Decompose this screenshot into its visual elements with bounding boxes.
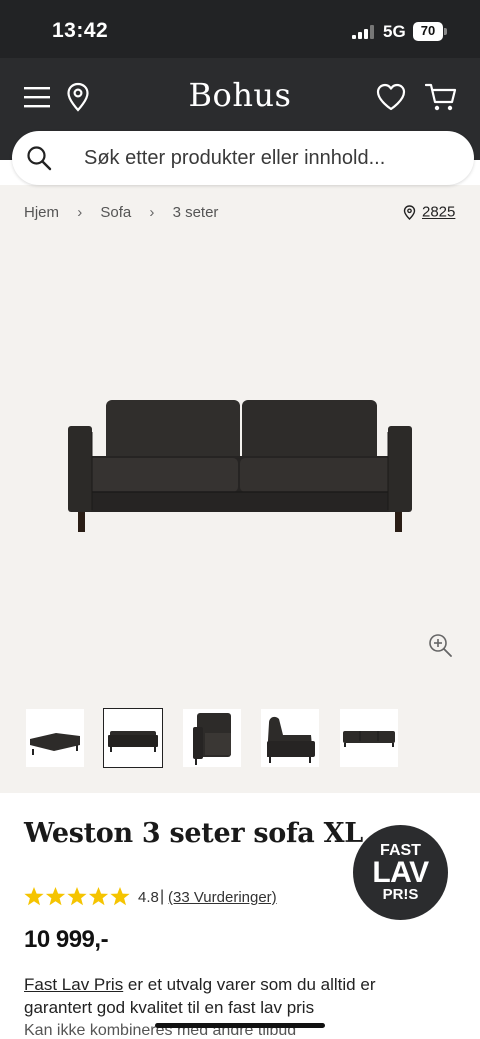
status-time: 13:42 <box>52 19 109 42</box>
battery-icon: 70 <box>413 22 447 41</box>
thumbnail[interactable] <box>183 709 241 767</box>
star-icon <box>110 887 130 906</box>
thumbnail[interactable] <box>103 708 163 768</box>
thumbnail[interactable] <box>340 709 398 767</box>
fast-lav-pris-badge: FAST LAV PR!S <box>353 825 448 920</box>
rating-separator: | <box>160 888 165 905</box>
thumbnail-strip <box>24 708 464 769</box>
badge-line-3: PR!S <box>382 886 419 903</box>
chevron-right-icon: › <box>149 203 155 221</box>
star-icon <box>88 887 109 906</box>
badge-line-2: LAV <box>372 856 429 889</box>
store-number[interactable]: 2825 <box>422 204 455 221</box>
cart-icon[interactable] <box>425 82 457 112</box>
star-rating <box>24 887 130 906</box>
fast-lav-pris-link[interactable]: Fast Lav Pris <box>24 975 123 994</box>
heart-icon[interactable] <box>376 83 406 111</box>
thumbnail[interactable] <box>26 709 84 767</box>
chevron-right-icon: › <box>77 203 83 221</box>
rating-score: 4.8 <box>138 889 159 906</box>
signal-icon <box>352 25 374 39</box>
battery-level: 70 <box>420 23 436 38</box>
review-count-link[interactable]: (33 Vurderinger) <box>168 889 277 906</box>
star-icon <box>24 887 44 906</box>
star-icon <box>67 887 87 906</box>
product-price: 10 999,- <box>24 926 109 953</box>
breadcrumb-current[interactable]: 3 seter <box>173 204 219 221</box>
price-info: Fast Lav Pris er et utvalg varer som du … <box>24 973 424 1019</box>
breadcrumb-home[interactable]: Hjem <box>24 204 59 221</box>
product-image[interactable] <box>66 396 414 536</box>
search-input[interactable]: Søk etter produkter eller innhold... <box>84 147 385 170</box>
zoom-in-icon[interactable] <box>428 633 452 657</box>
star-icon <box>45 887 66 906</box>
breadcrumb-sofa[interactable]: Sofa <box>100 204 131 221</box>
thumbnail[interactable] <box>261 709 319 767</box>
search-icon[interactable] <box>26 145 52 171</box>
breadcrumb: Hjem › Sofa › 3 seter <box>24 203 218 221</box>
network-label: 5G <box>383 22 406 41</box>
home-indicator[interactable] <box>155 1023 325 1028</box>
store-selector[interactable]: 2825 <box>403 203 455 221</box>
status-bar: 13:42 5G 70 <box>0 0 480 58</box>
brand-logo[interactable]: Bohus <box>0 76 480 114</box>
product-title: Weston 3 seter sofa XL <box>24 818 363 849</box>
location-pin-icon <box>403 204 416 220</box>
search-bar[interactable]: Søk etter produkter eller innhold... <box>12 131 474 185</box>
